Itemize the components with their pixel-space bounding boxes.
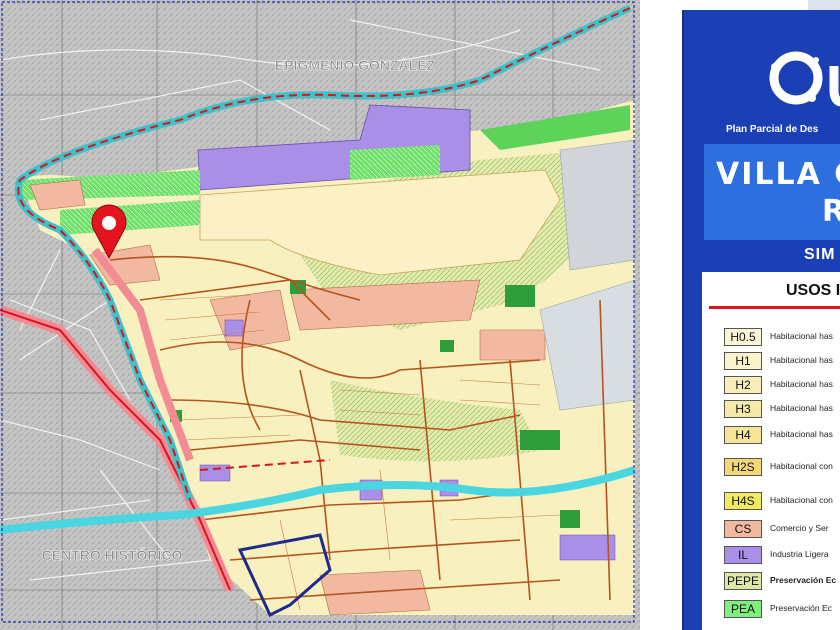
legend-desc: Comercio y Ser [770,523,829,533]
legend-code: H4S [724,492,762,510]
legend-desc: Industria Ligera [770,549,829,559]
title-panel: Plan Parcial de Des VILLA C R SIM USOS I… [682,10,840,630]
legend-desc: Habitacional has [770,429,833,439]
legend-code: H2 [724,376,762,394]
legend-code: H1 [724,352,762,370]
legend-desc: Habitacional has [770,331,833,341]
legend-code: H0.5 [724,328,762,346]
legend-title: USOS I [786,282,840,299]
title-line-1: VILLA C [716,157,840,192]
logo [684,10,840,122]
subtitle: SIM [804,246,836,263]
legend-desc: Habitacional con [770,461,833,471]
legend-desc: Habitacional has [770,403,833,413]
plan-heading: Plan Parcial de Des [726,124,819,135]
legend-code: CS [724,520,762,538]
legend-code: H2S [724,458,762,476]
legend-code: PEPE [724,572,762,590]
commerce-parcel-a [29,179,86,211]
legend-code: H4 [724,426,762,444]
zoning-map[interactable]: EPIGMENIO GONZÁLEZ CENTRO HISTÓRICO [0,0,640,630]
label-epigmenio-gonzalez: EPIGMENIO GONZÁLEZ [275,57,436,73]
commerce-parcel-f [319,569,431,616]
legend-code: PEA [724,600,762,618]
legend-desc: Habitacional has [770,355,833,365]
legend: USOS I H0.5 Habitacional has H1 Habitaci… [702,272,840,630]
legend-divider [709,306,840,309]
legend-desc: Habitacional has [770,379,833,389]
legend-desc: Preservación Ec [770,575,837,585]
urban-northeast [559,139,636,271]
title-line-2: R [822,194,840,229]
legend-code: IL [724,546,762,564]
logo-ring-icon [769,51,823,105]
green-strip-center [350,145,440,180]
corner-tab [808,0,840,10]
label-centro-historico: CENTRO HISTÓRICO [42,546,183,563]
commerce-parcel-e [479,329,546,361]
legend-desc: Habitacional con [770,495,833,505]
legend-code: H3 [724,400,762,418]
legend-desc: Preservación Ec [770,603,832,613]
